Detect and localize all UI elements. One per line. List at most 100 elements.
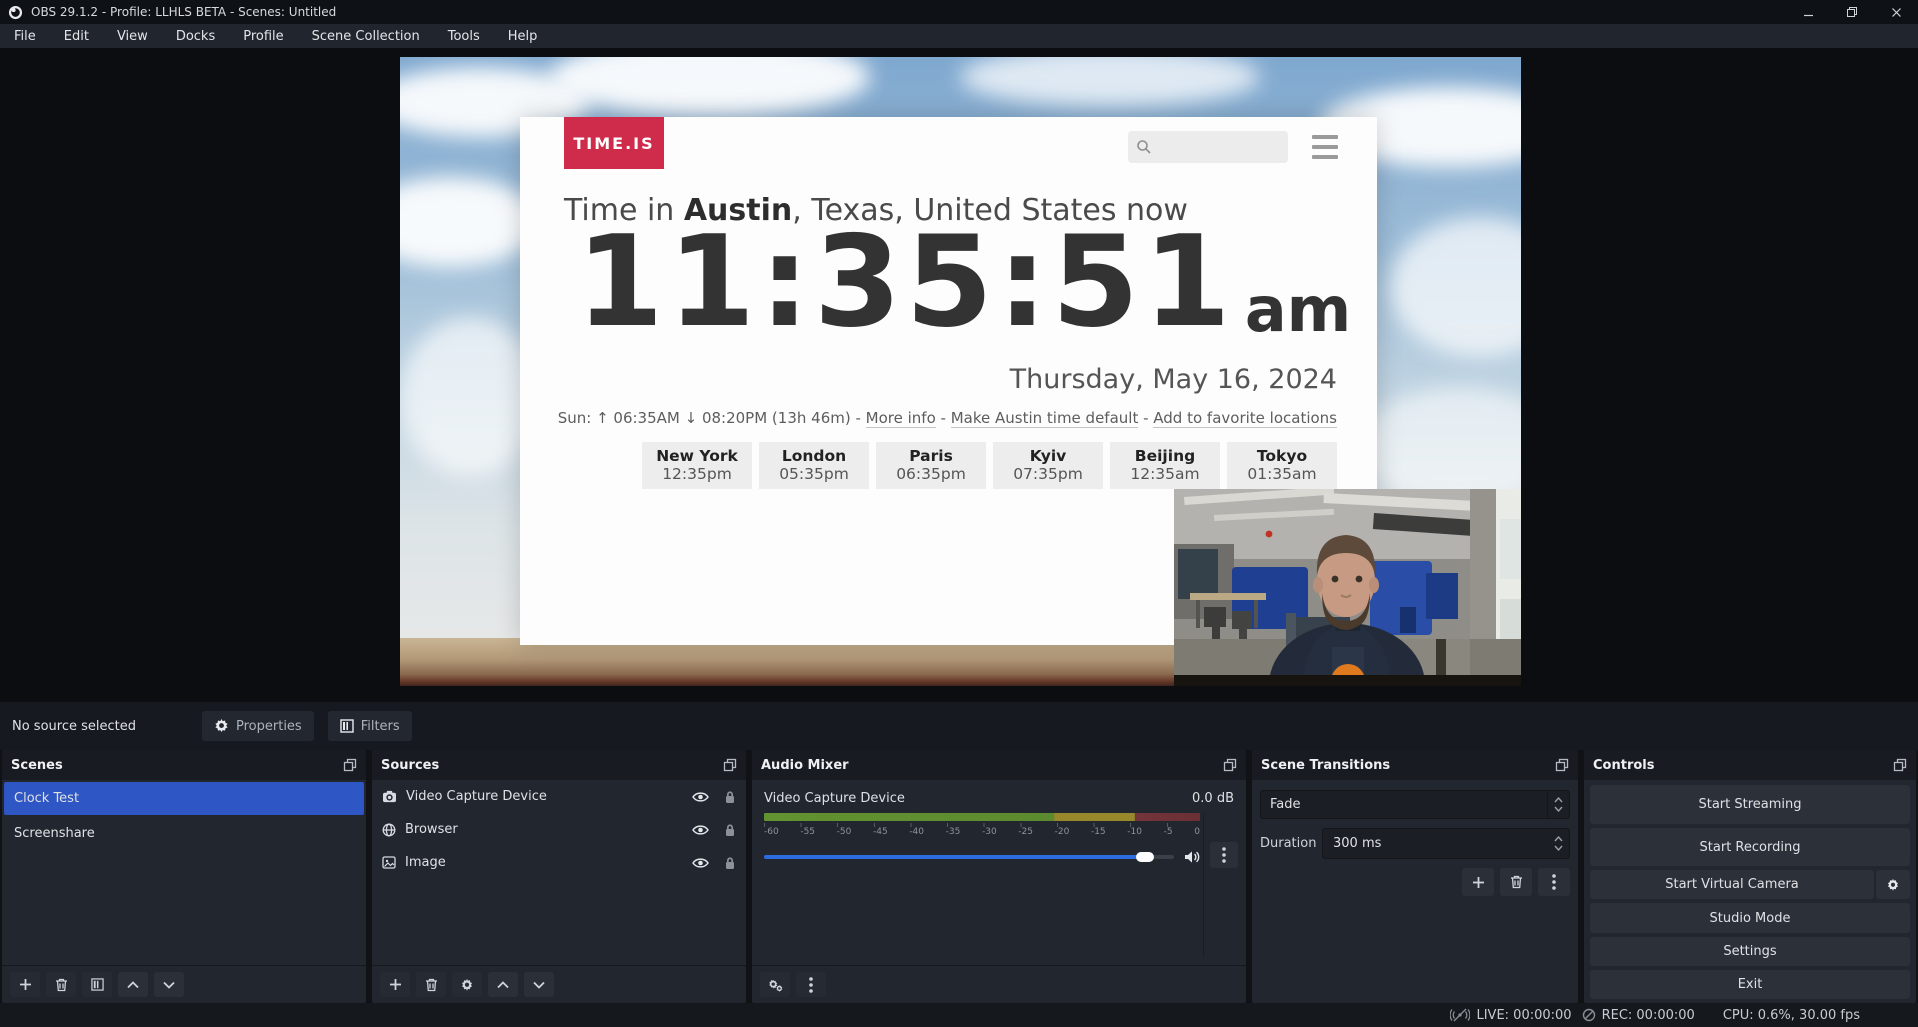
visibility-eye-icon[interactable] — [692, 791, 709, 803]
minimize-button[interactable] — [1786, 0, 1830, 24]
popout-icon[interactable] — [723, 758, 737, 772]
menu-item-scene-collection[interactable]: Scene Collection — [298, 24, 434, 48]
scenes-panel: Scenes Clock Test Screenshare — [2, 750, 366, 1003]
globe-icon — [382, 823, 396, 837]
mixer-menu-button[interactable] — [796, 972, 826, 997]
source-properties-button[interactable] — [452, 972, 482, 997]
scene-item-clock-test[interactable]: Clock Test — [4, 782, 364, 815]
start-streaming-button[interactable]: Start Streaming — [1590, 785, 1910, 824]
statusbar: LIVE: 00:00:00 REC: 00:00:00 CPU: 0.6%, … — [0, 1003, 1918, 1027]
virtual-camera-config-button[interactable] — [1876, 870, 1910, 899]
scene-move-down-button[interactable] — [154, 972, 184, 997]
exit-button[interactable]: Exit — [1590, 970, 1910, 999]
remove-scene-button[interactable] — [46, 972, 76, 997]
window-controls — [1786, 0, 1918, 24]
selected-source-status: No source selected — [12, 719, 202, 734]
make-default-link[interactable]: Make Austin time default — [951, 409, 1139, 428]
rec-status: REC: 00:00:00 — [1582, 1008, 1695, 1023]
search-input[interactable] — [1152, 139, 1272, 156]
lock-icon[interactable] — [724, 790, 736, 804]
lock-icon[interactable] — [724, 856, 736, 870]
stream-signal-muted-icon — [1450, 1008, 1470, 1022]
transition-select[interactable]: Fade — [1260, 790, 1570, 819]
studio-mode-button[interactable]: Studio Mode — [1590, 903, 1910, 933]
close-button[interactable] — [1874, 0, 1918, 24]
lock-icon[interactable] — [724, 823, 736, 837]
remove-source-button[interactable] — [416, 972, 446, 997]
menu-item-help[interactable]: Help — [494, 24, 552, 48]
audio-mixer-panel: Audio Mixer Video Capture Device 0.0 dB … — [752, 750, 1246, 1003]
menu-item-view[interactable]: View — [103, 24, 162, 48]
hamburger-menu-icon[interactable] — [1312, 135, 1338, 159]
scenes-list: Clock Test Screenshare — [2, 780, 366, 965]
visibility-eye-icon[interactable] — [692, 857, 709, 869]
city-tile[interactable]: Paris06:35pm — [876, 442, 986, 489]
settings-button[interactable]: Settings — [1590, 937, 1910, 966]
webcam-overlay[interactable] — [1174, 489, 1521, 686]
start-virtual-camera-button[interactable]: Start Virtual Camera — [1590, 870, 1874, 899]
add-transition-button[interactable] — [1462, 868, 1494, 896]
city-tile[interactable]: London05:35pm — [759, 442, 869, 489]
menu-item-edit[interactable]: Edit — [50, 24, 103, 48]
remove-transition-button[interactable] — [1500, 868, 1532, 896]
obs-logo-icon — [8, 5, 23, 20]
menu-item-tools[interactable]: Tools — [434, 24, 494, 48]
source-item-video-capture[interactable]: Video Capture Device — [372, 780, 746, 813]
popout-icon[interactable] — [343, 758, 357, 772]
source-item-image[interactable]: Image — [372, 846, 746, 879]
scene-item-screenshare[interactable]: Screenshare — [4, 817, 364, 850]
current-time: 11:35:51 — [576, 213, 1235, 352]
select-chevrons-icon[interactable] — [1547, 791, 1569, 818]
controls-title: Controls — [1593, 758, 1654, 773]
transition-menu-button[interactable] — [1538, 868, 1570, 896]
spinner-chevrons-icon[interactable] — [1547, 829, 1569, 858]
start-recording-button[interactable]: Start Recording — [1590, 828, 1910, 866]
restore-button[interactable] — [1830, 0, 1874, 24]
duration-input[interactable]: 300 ms — [1322, 828, 1570, 859]
fader-track[interactable] — [764, 855, 1174, 859]
cloud-shape — [550, 57, 870, 117]
add-favorite-link[interactable]: Add to favorite locations — [1153, 409, 1337, 428]
cpu-fps-status: CPU: 0.6%, 30.00 fps — [1723, 1008, 1860, 1023]
popout-icon[interactable] — [1223, 758, 1237, 772]
titlebar: OBS 29.1.2 - Profile: LLHLS BETA - Scene… — [0, 0, 1918, 24]
webcam-scene — [1174, 489, 1521, 686]
meter-scale: -60-55-50-45-40-35-30-25-20-15-10-50 — [764, 823, 1200, 839]
menu-item-file[interactable]: File — [0, 24, 50, 48]
visibility-eye-icon[interactable] — [692, 824, 709, 836]
scene-filters-button[interactable] — [82, 972, 112, 997]
scene-move-up-button[interactable] — [118, 972, 148, 997]
city-tile[interactable]: Kyiv07:35pm — [993, 442, 1103, 489]
timeis-search-box[interactable] — [1128, 131, 1288, 163]
properties-button[interactable]: Properties — [202, 711, 314, 741]
fader-handle[interactable] — [1136, 852, 1154, 862]
city-tile[interactable]: New York12:35pm — [642, 442, 752, 489]
sources-list: Video Capture Device Browser Image — [372, 780, 746, 965]
scene-transitions-title: Scene Transitions — [1261, 758, 1390, 773]
current-date: Thursday, May 16, 2024 — [1010, 364, 1337, 395]
popout-icon[interactable] — [1555, 758, 1569, 772]
program-video[interactable]: TIME.IS Time in Austin, Texas, United St… — [400, 57, 1521, 686]
city-tile[interactable]: Tokyo01:35am — [1227, 442, 1337, 489]
filters-button[interactable]: Filters — [328, 711, 412, 741]
source-item-browser[interactable]: Browser — [372, 813, 746, 846]
city-tile[interactable]: Beijing12:35am — [1110, 442, 1220, 489]
source-move-down-button[interactable] — [524, 972, 554, 997]
advanced-audio-button[interactable] — [760, 972, 790, 997]
menu-item-profile[interactable]: Profile — [229, 24, 297, 48]
timeis-logo[interactable]: TIME.IS — [564, 117, 664, 169]
more-info-link[interactable]: More info — [866, 409, 936, 428]
cloud-shape — [1390, 217, 1521, 357]
add-scene-button[interactable] — [10, 972, 40, 997]
menu-item-docks[interactable]: Docks — [162, 24, 229, 48]
preview-canvas[interactable]: TIME.IS Time in Austin, Texas, United St… — [0, 48, 1918, 702]
record-disabled-icon — [1582, 1008, 1596, 1022]
mixer-channel-name: Video Capture Device — [764, 791, 905, 806]
popout-icon[interactable] — [1893, 758, 1907, 772]
source-move-up-button[interactable] — [488, 972, 518, 997]
filters-icon — [340, 719, 354, 733]
speaker-icon[interactable] — [1184, 850, 1200, 864]
mixer-kebab-button[interactable] — [1210, 842, 1238, 868]
add-source-button[interactable] — [380, 972, 410, 997]
gear-icon — [460, 978, 474, 992]
